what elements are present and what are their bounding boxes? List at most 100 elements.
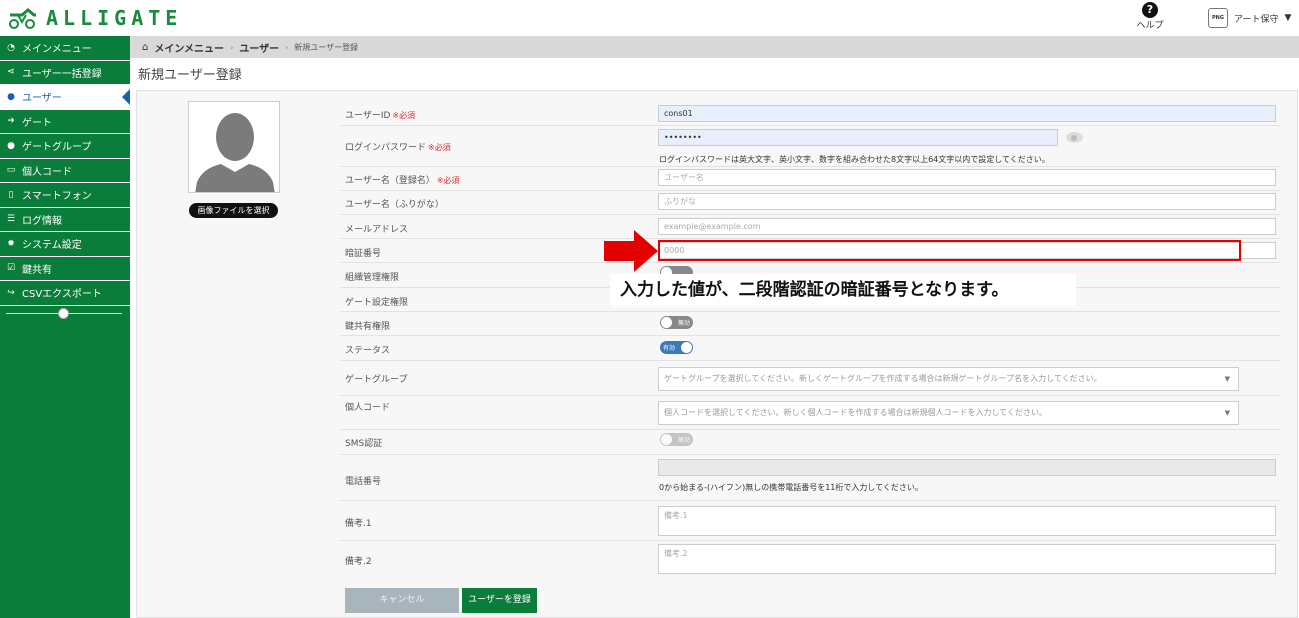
top-bar: ALLIGATE ? ヘルプ PNG アート保守 ▼	[0, 0, 1299, 36]
sidebar-item-label: 鍵共有	[22, 264, 52, 276]
status-toggle[interactable]: 有効	[660, 341, 693, 354]
question-icon: ?	[1142, 2, 1158, 18]
user-id-label: ユーザーID ※必須	[345, 111, 416, 121]
sidebar-item-label: ユーザー	[22, 93, 62, 105]
sidebar-item-gate-group[interactable]: ● ゲートグループ	[0, 134, 130, 159]
sidebar-item-csv-export[interactable]: ↪ CSVエクスポート	[0, 281, 130, 306]
sidebar-item-main-menu[interactable]: ◔ メインメニュー	[0, 36, 130, 61]
breadcrumb-users[interactable]: ユーザー	[239, 40, 279, 55]
row-divider	[340, 429, 1280, 430]
key-share-toggle[interactable]: 無効	[660, 316, 693, 329]
breadcrumb-separator: ›	[230, 42, 234, 52]
password-help: ログインパスワードは英大文字、英小文字、数字を組み合わせた8文字以上64文字以内…	[659, 155, 1050, 164]
row-divider	[340, 214, 1280, 215]
sidebar-item-gate[interactable]: ➜ ゲート	[0, 110, 130, 134]
pin-highlight-box	[658, 240, 1241, 261]
breadcrumb-main-menu[interactable]: メインメニュー	[154, 40, 224, 55]
status-label: ステータス	[345, 346, 391, 356]
note2-textarea[interactable]: 備考.2	[658, 544, 1276, 574]
row-divider	[340, 540, 1280, 541]
sidebar-item-label: ゲートグループ	[22, 142, 92, 154]
sidebar-item-label: スマートフォン	[22, 191, 92, 203]
password-label: ログインパスワード ※必須	[345, 143, 451, 153]
mobile-icon: ▯	[8, 189, 14, 200]
phone-help: 0から始まる-(ハイフン)無しの携帯電話番号を11桁で入力してください。	[659, 483, 923, 492]
gate-group-select[interactable]: ゲートグループを選択してください。新しくゲートグループを作成する場合は新規ゲート…	[658, 367, 1239, 391]
user-name-field[interactable]: ユーザー名	[658, 169, 1276, 186]
sidebar-item-label: ユーザー一括登録	[22, 68, 102, 80]
eye-icon[interactable]	[1066, 132, 1083, 143]
user-kana-field[interactable]: ふりがな	[658, 193, 1276, 210]
row-divider	[340, 500, 1280, 501]
help-button[interactable]: ? ヘルプ	[1130, 2, 1170, 31]
pin-label: 暗証番号	[345, 249, 382, 259]
personal-code-placeholder: 個人コードを選択してください。新しく個人コードを作成する場合は新規個人コードを入…	[664, 408, 1048, 417]
sidebar-item-label: ログ情報	[22, 215, 62, 227]
sidebar-item-smartphone[interactable]: ▯ スマートフォン	[0, 183, 130, 208]
phone-field[interactable]	[658, 459, 1276, 476]
sidebar-item-label: システム設定	[22, 240, 82, 252]
user-menu[interactable]: PNG アート保守 ▼	[1208, 8, 1291, 28]
caret-down-icon: ▼	[1284, 13, 1292, 23]
sidebar-item-label: メインメニュー	[22, 44, 92, 56]
user-name-label: ユーザー名（登録名） ※必須	[345, 176, 460, 186]
note1-textarea[interactable]: 備考.1	[658, 506, 1276, 536]
app-logo[interactable]: ALLIGATE	[8, 6, 182, 30]
sidebar-item-logs[interactable]: ☰ ログ情報	[0, 208, 130, 232]
breadcrumb-separator: ›	[285, 42, 289, 52]
email-label: メールアドレス	[345, 225, 409, 235]
chevron-down-icon: ▼	[1224, 409, 1230, 417]
logo-icon	[9, 8, 36, 29]
gate-group-placeholder: ゲートグループを選択してください。新しくゲートグループを作成する場合は新規ゲート…	[664, 374, 1102, 383]
sidebar-item-users[interactable]: ● ユーザー	[0, 85, 130, 110]
email-field[interactable]: example@example.com	[658, 218, 1276, 235]
logo-text: ALLIGATE	[46, 6, 183, 30]
sign-in-icon: ➜	[7, 116, 15, 127]
phone-label: 電話番号	[345, 477, 382, 487]
dashboard-icon: ◔	[7, 42, 15, 53]
row-divider	[340, 395, 1280, 396]
user-avatar-icon: PNG	[1208, 8, 1228, 28]
group-icon: ●	[7, 140, 15, 151]
row-divider	[340, 166, 1280, 167]
row-divider	[340, 335, 1280, 336]
chevron-down-icon: ▼	[1224, 375, 1230, 383]
gate-group-label: ゲートグループ	[345, 375, 408, 385]
sidebar-item-bulk-register[interactable]: ⋖ ユーザー一括登録	[0, 61, 130, 85]
page-title: 新規ユーザー登録	[138, 68, 242, 83]
user-icon: ●	[7, 91, 15, 102]
sidebar-item-system-settings[interactable]: ✹ システム設定	[0, 232, 130, 257]
note2-label: 備考.2	[345, 557, 372, 567]
share-arrow-icon: ↪	[7, 287, 15, 298]
personal-code-select[interactable]: 個人コードを選択してください。新しく個人コードを作成する場合は新規個人コードを入…	[658, 401, 1239, 425]
note1-label: 備考.1	[345, 519, 372, 529]
personal-code-label: 個人コード	[345, 403, 391, 413]
sidebar-item-label: 個人コード	[22, 166, 72, 178]
person-silhouette-icon	[189, 102, 279, 192]
red-arrow-icon	[604, 230, 658, 272]
sms-label: SMS認証	[345, 439, 383, 449]
sidebar-item-label: CSVエクスポート	[22, 289, 102, 301]
sidebar-item-key-share[interactable]: ☑ 鍵共有	[0, 257, 130, 281]
row-divider	[340, 125, 1280, 126]
password-field[interactable]: ••••••••	[658, 129, 1058, 146]
row-divider	[340, 311, 1280, 312]
gate-admin-label: ゲート設定権限	[345, 298, 409, 308]
share-icon: ⋖	[7, 67, 15, 78]
register-user-button[interactable]: ユーザーを登録	[462, 588, 537, 613]
sidebar-collapse-slider[interactable]	[6, 308, 122, 319]
breadcrumb-current: 新規ユーザー登録	[294, 42, 359, 52]
help-label: ヘルプ	[1136, 21, 1164, 31]
user-id-field[interactable]: cons01	[658, 105, 1276, 122]
select-image-button[interactable]: 画像ファイルを選択	[189, 203, 278, 218]
row-divider	[340, 360, 1280, 361]
org-admin-label: 組織管理権限	[345, 273, 400, 283]
sms-toggle[interactable]: 無効	[660, 433, 693, 446]
slider-knob[interactable]	[58, 308, 69, 319]
cancel-button[interactable]: キャンセル	[345, 588, 459, 613]
row-divider	[340, 238, 1280, 239]
key-share-label: 鍵共有権限	[345, 322, 391, 332]
breadcrumb: ⌂ メインメニュー › ユーザー › 新規ユーザー登録	[130, 36, 1299, 58]
sidebar-item-personal-code[interactable]: ▭ 個人コード	[0, 159, 130, 183]
home-icon: ⌂	[142, 41, 149, 53]
